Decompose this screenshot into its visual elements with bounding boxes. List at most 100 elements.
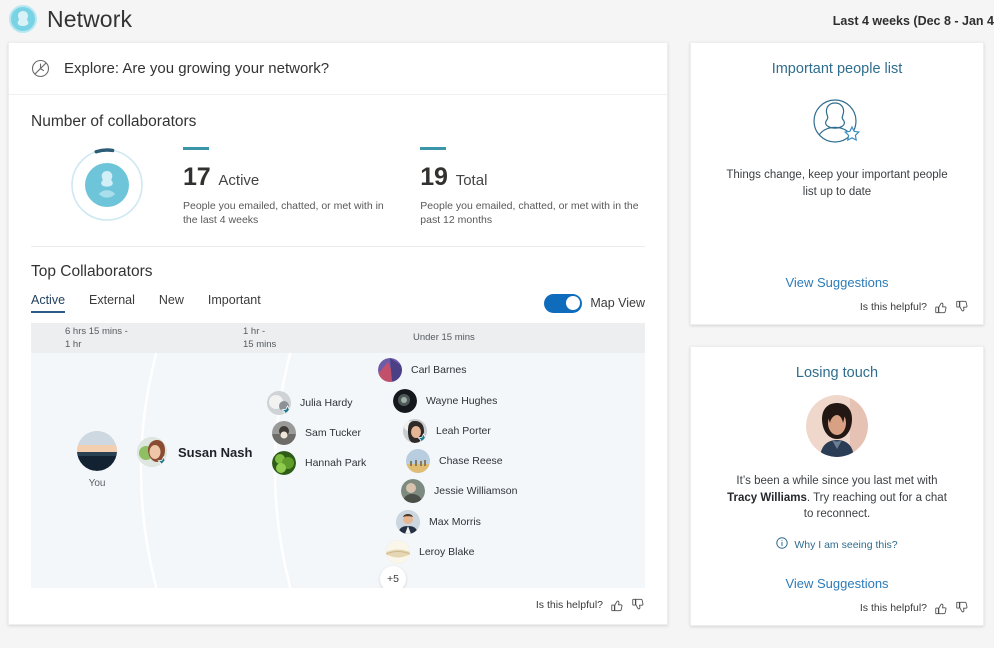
map-node-julia-hardy[interactable]: Julia Hardy — [267, 391, 353, 416]
avatar — [267, 391, 291, 416]
losing-touch-body-after: . Try reaching out for a chat to reconne… — [803, 491, 947, 521]
band-label-0: 6 hrs 15 mins - 1 hr — [65, 326, 128, 351]
clock-icon — [31, 59, 50, 78]
avatar — [77, 431, 117, 472]
section-divider — [31, 246, 645, 248]
avatar — [403, 419, 427, 444]
thumbs-down-icon[interactable] — [955, 601, 969, 615]
losing-touch-body: It’s been a while since you last met wit… — [691, 473, 983, 523]
map-node-label: Susan Nash — [178, 444, 253, 460]
map-node-max-morris[interactable]: Max Morris — [396, 510, 481, 535]
avatar — [401, 479, 425, 504]
map-band-header: 6 hrs 15 mins - 1 hr 1 hr - 15 mins Unde… — [31, 323, 645, 354]
losing-touch-body-before: It’s been a while since you last met wit… — [736, 475, 938, 487]
map-node-label: Leah Porter — [436, 425, 491, 438]
map-more-people-badge[interactable]: +5 — [380, 566, 406, 589]
map-node-label: Hannah Park — [305, 457, 367, 470]
important-people-card: Important people list Things change, kee… — [690, 42, 984, 325]
important-people-view-suggestions[interactable]: View Suggestions — [691, 275, 983, 290]
feedback-question: Is this helpful? — [535, 599, 603, 612]
stat-active-rule — [183, 147, 209, 150]
map-node-label: Max Morris — [429, 516, 481, 529]
tab-new[interactable]: New — [159, 293, 184, 313]
stat-active: 17 Active People you emailed, chatted, o… — [183, 147, 384, 227]
map-node-label: Chase Reese — [439, 455, 503, 468]
tab-active[interactable]: Active — [31, 293, 66, 314]
stat-total-rule — [420, 147, 447, 150]
stat-active-value: 17 — [183, 163, 211, 191]
stat-active-label: Active — [218, 172, 260, 189]
map-node-carl-barnes[interactable]: Carl Barnes — [378, 358, 467, 383]
map-node-label-you: You — [88, 478, 106, 490]
feedback-question: Is this helpful? — [859, 602, 927, 614]
important-star-icon — [417, 433, 427, 444]
why-seeing-this-link[interactable]: Why I am seeing this? — [691, 537, 983, 552]
important-people-body: Things change, keep your important peopl… — [726, 169, 948, 198]
avatar — [806, 395, 868, 457]
map-node-you[interactable]: You — [77, 431, 117, 489]
important-people-title: Important people list — [771, 61, 903, 77]
toggle-knob — [565, 296, 580, 311]
important-people-feedback: Is this helpful? — [691, 290, 983, 324]
losing-touch-feedback: Is this helpful? — [691, 591, 983, 625]
thumbs-down-icon[interactable] — [955, 300, 969, 314]
avatar — [396, 510, 420, 535]
why-seeing-this-label: Why I am seeing this? — [794, 538, 898, 551]
top-collaborators-toolbar: Active External New Important Map View — [31, 293, 645, 314]
avatar — [406, 449, 430, 474]
explore-header: Explore: Are you growing your network? — [9, 43, 667, 95]
stat-active-description: People you emailed, chatted, or met with… — [183, 200, 384, 227]
thumbs-up-icon[interactable] — [610, 598, 624, 612]
map-node-hannah-park[interactable]: Hannah Park — [272, 451, 367, 476]
map-node-chase-reese[interactable]: Chase Reese — [406, 449, 503, 474]
stat-total-value: 19 — [420, 163, 448, 191]
map-node-leroy-blake[interactable]: Leroy Blake — [386, 540, 475, 565]
losing-touch-view-suggestions[interactable]: View Suggestions — [691, 576, 983, 591]
map-node-label: Carl Barnes — [411, 364, 467, 377]
avatar — [393, 389, 417, 414]
map-node-jessie-williamson[interactable]: Jessie Williamson — [401, 479, 517, 504]
date-range-label: Last 4 weeks (Dec 8 - Jan 4 — [832, 14, 994, 28]
page-title: Network — [47, 5, 133, 32]
map-node-label: Leroy Blake — [419, 546, 475, 559]
map-view-label: Map View — [590, 296, 645, 311]
map-node-label: Wayne Hughes — [426, 395, 498, 408]
network-logo-icon — [9, 5, 37, 33]
collaborators-donut-chart — [69, 147, 145, 223]
feedback-question: Is this helpful? — [859, 301, 927, 313]
map-view-toggle[interactable] — [544, 293, 583, 313]
map-node-label: Sam Tucker — [305, 427, 362, 440]
losing-touch-person-name: Tracy Williams — [727, 491, 807, 504]
stat-total-label: Total — [455, 172, 488, 189]
tab-important[interactable]: Important — [208, 293, 261, 313]
important-star-icon — [281, 405, 291, 416]
map-node-susan-nash[interactable]: Susan Nash — [137, 437, 253, 468]
map-node-sam-tucker[interactable]: Sam Tucker — [272, 421, 362, 446]
map-node-leah-porter[interactable]: Leah Porter — [403, 419, 491, 444]
losing-touch-card: Losing touch It’s been a while since you… — [690, 346, 984, 626]
person-star-icon — [691, 91, 983, 151]
important-star-icon — [157, 456, 167, 468]
losing-touch-title: Losing touch — [795, 365, 879, 381]
top-bar: Network Last 4 weeks (Dec 8 - Jan 4 — [0, 0, 994, 38]
info-circle-icon — [776, 537, 789, 552]
thumbs-up-icon[interactable] — [934, 300, 948, 314]
thumbs-up-icon[interactable] — [934, 601, 948, 615]
avatar — [378, 358, 402, 383]
map-view-toggle-group[interactable]: Map View — [544, 293, 645, 313]
collaborator-tabs: Active External New Important — [31, 293, 261, 314]
thumbs-down-icon[interactable] — [631, 598, 645, 612]
avatar — [272, 421, 296, 446]
collaborator-map[interactable]: 6 hrs 15 mins - 1 hr 1 hr - 15 mins Unde… — [31, 323, 645, 589]
avatar — [137, 437, 167, 468]
losing-touch-avatar — [691, 395, 983, 457]
collaborators-section: Number of collaborators 17 Active People… — [9, 95, 667, 227]
band-label-2: Under 15 mins — [413, 332, 475, 344]
collaborators-section-title: Number of collaborators — [31, 113, 197, 130]
map-node-wayne-hughes[interactable]: Wayne Hughes — [393, 389, 498, 414]
map-node-label: Julia Hardy — [300, 397, 353, 410]
tab-external[interactable]: External — [89, 293, 135, 313]
collaborators-stats-row: 17 Active People you emailed, chatted, o… — [31, 147, 645, 227]
main-card-feedback: Is this helpful? — [9, 588, 667, 612]
top-collaborators-title: Top Collaborators — [31, 263, 153, 281]
